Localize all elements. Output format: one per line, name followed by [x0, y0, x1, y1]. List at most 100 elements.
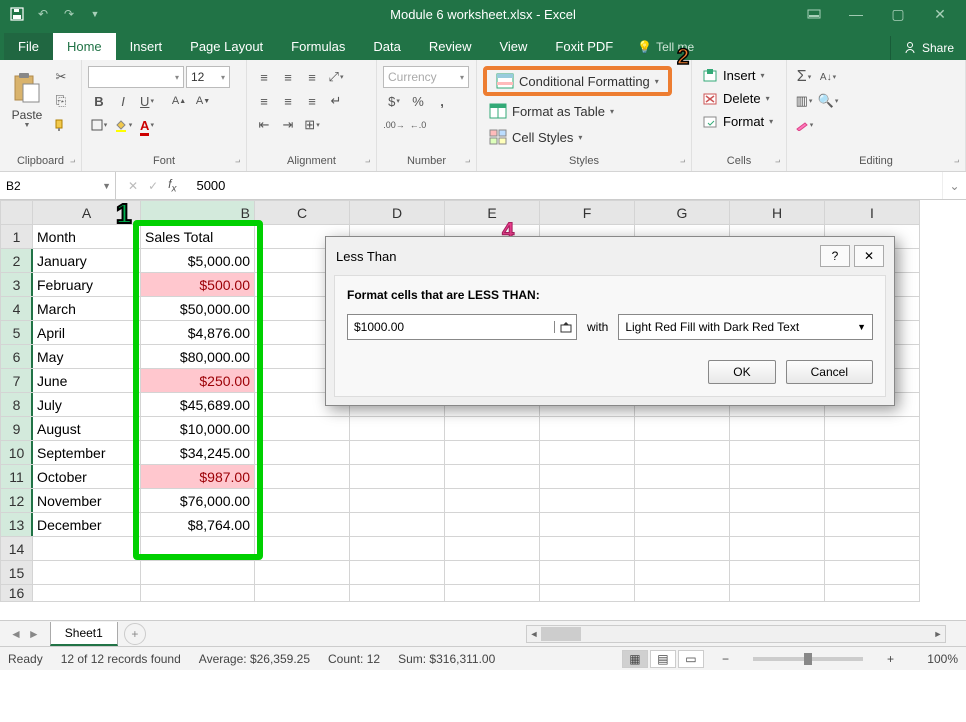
- underline-button[interactable]: U: [136, 90, 158, 112]
- cell-A2[interactable]: January: [33, 249, 141, 273]
- italic-button[interactable]: I: [112, 90, 134, 112]
- cell-I12[interactable]: [825, 489, 920, 513]
- cell-C10[interactable]: [255, 441, 350, 465]
- cell-B13[interactable]: $8,764.00: [141, 513, 255, 537]
- cell-C15[interactable]: [255, 561, 350, 585]
- tab-review[interactable]: Review: [415, 33, 486, 60]
- cell-E13[interactable]: [445, 513, 540, 537]
- scroll-right-icon[interactable]: ►: [931, 629, 945, 639]
- column-header-E[interactable]: E: [445, 201, 540, 225]
- tab-page-layout[interactable]: Page Layout: [176, 33, 277, 60]
- delete-cells-button[interactable]: Delete▾: [698, 89, 774, 108]
- undo-icon[interactable]: ↶: [34, 5, 52, 23]
- tab-file[interactable]: File: [4, 33, 53, 60]
- cell-E11[interactable]: [445, 465, 540, 489]
- cell-F9[interactable]: [540, 417, 635, 441]
- cell-F10[interactable]: [540, 441, 635, 465]
- format-as-table-button[interactable]: Format as Table ▾: [483, 100, 620, 122]
- cell-D15[interactable]: [350, 561, 445, 585]
- orientation-icon[interactable]: ⤢: [325, 66, 347, 88]
- scroll-left-icon[interactable]: ◄: [527, 629, 541, 639]
- align-left-icon[interactable]: ≡: [253, 90, 275, 112]
- maximize-icon[interactable]: ▢: [878, 2, 918, 26]
- comma-format-icon[interactable]: ,: [431, 90, 453, 112]
- decrease-font-icon[interactable]: A▼: [192, 90, 214, 112]
- column-header-H[interactable]: H: [730, 201, 825, 225]
- row-header-8[interactable]: 8: [1, 393, 33, 417]
- zoom-slider[interactable]: [753, 657, 863, 661]
- cell-A3[interactable]: February: [33, 273, 141, 297]
- cell-G15[interactable]: [635, 561, 730, 585]
- cell-G12[interactable]: [635, 489, 730, 513]
- cell-I13[interactable]: [825, 513, 920, 537]
- tab-formulas[interactable]: Formulas: [277, 33, 359, 60]
- row-header-15[interactable]: 15: [1, 561, 33, 585]
- cell-F11[interactable]: [540, 465, 635, 489]
- normal-view-icon[interactable]: ▦: [622, 650, 648, 668]
- dialog-help-icon[interactable]: ?: [820, 245, 850, 267]
- expand-formula-bar-icon[interactable]: ⌄: [942, 172, 966, 199]
- row-header-6[interactable]: 6: [1, 345, 33, 369]
- cell-H9[interactable]: [730, 417, 825, 441]
- row-header-7[interactable]: 7: [1, 369, 33, 393]
- redo-icon[interactable]: ↷: [60, 5, 78, 23]
- cancel-formula-icon[interactable]: ✕: [128, 179, 138, 193]
- insert-cells-button[interactable]: Insert▾: [698, 66, 769, 85]
- qat-dropdown-icon[interactable]: ▼: [86, 5, 104, 23]
- border-button[interactable]: [88, 114, 110, 136]
- align-right-icon[interactable]: ≡: [301, 90, 323, 112]
- cell-D13[interactable]: [350, 513, 445, 537]
- row-header-5[interactable]: 5: [1, 321, 33, 345]
- cell-D10[interactable]: [350, 441, 445, 465]
- cell-H12[interactable]: [730, 489, 825, 513]
- cell-A9[interactable]: August: [33, 417, 141, 441]
- cell-C11[interactable]: [255, 465, 350, 489]
- align-center-icon[interactable]: ≡: [277, 90, 299, 112]
- fill-color-button[interactable]: [112, 114, 134, 136]
- save-icon[interactable]: [8, 5, 26, 23]
- cell-B11[interactable]: $987.00: [141, 465, 255, 489]
- dialog-format-select[interactable]: Light Red Fill with Dark Red Text ▼: [618, 314, 873, 340]
- cell-A12[interactable]: November: [33, 489, 141, 513]
- tab-insert[interactable]: Insert: [116, 33, 177, 60]
- format-painter-icon[interactable]: [50, 114, 72, 136]
- cell-H15[interactable]: [730, 561, 825, 585]
- cell-D14[interactable]: [350, 537, 445, 561]
- ok-button[interactable]: OK: [708, 360, 775, 384]
- row-header-12[interactable]: 12: [1, 489, 33, 513]
- page-layout-view-icon[interactable]: ▤: [650, 650, 676, 668]
- row-header-11[interactable]: 11: [1, 465, 33, 489]
- sheet-nav-next-icon[interactable]: ►: [28, 627, 40, 641]
- zoom-percent[interactable]: 100%: [912, 652, 958, 666]
- cell-B14[interactable]: [141, 537, 255, 561]
- column-header-I[interactable]: I: [825, 201, 920, 225]
- decrease-indent-icon[interactable]: ⇤: [253, 114, 275, 136]
- cell-B4[interactable]: $50,000.00: [141, 297, 255, 321]
- sheet-tab-sheet1[interactable]: Sheet1: [50, 622, 118, 646]
- cell-E9[interactable]: [445, 417, 540, 441]
- cell-I9[interactable]: [825, 417, 920, 441]
- font-size-combo[interactable]: 12▾: [186, 66, 230, 88]
- cell-G10[interactable]: [635, 441, 730, 465]
- range-picker-icon[interactable]: [554, 321, 576, 333]
- cell-B5[interactable]: $4,876.00: [141, 321, 255, 345]
- cell-F13[interactable]: [540, 513, 635, 537]
- cell-F15[interactable]: [540, 561, 635, 585]
- percent-format-icon[interactable]: %: [407, 90, 429, 112]
- cell-E12[interactable]: [445, 489, 540, 513]
- cell-I11[interactable]: [825, 465, 920, 489]
- row-header-10[interactable]: 10: [1, 441, 33, 465]
- cell-B12[interactable]: $76,000.00: [141, 489, 255, 513]
- close-icon[interactable]: ✕: [920, 2, 960, 26]
- cell-B8[interactable]: $45,689.00: [141, 393, 255, 417]
- tell-me[interactable]: 💡 Tell me: [627, 34, 704, 60]
- cell-H13[interactable]: [730, 513, 825, 537]
- row-header-2[interactable]: 2: [1, 249, 33, 273]
- cell-A8[interactable]: July: [33, 393, 141, 417]
- sort-filter-icon[interactable]: A↓: [817, 66, 839, 88]
- cell-E14[interactable]: [445, 537, 540, 561]
- cell-F14[interactable]: [540, 537, 635, 561]
- horizontal-scrollbar[interactable]: ◄ ►: [526, 625, 946, 643]
- tab-data[interactable]: Data: [359, 33, 414, 60]
- cell-styles-button[interactable]: Cell Styles ▾: [483, 126, 588, 148]
